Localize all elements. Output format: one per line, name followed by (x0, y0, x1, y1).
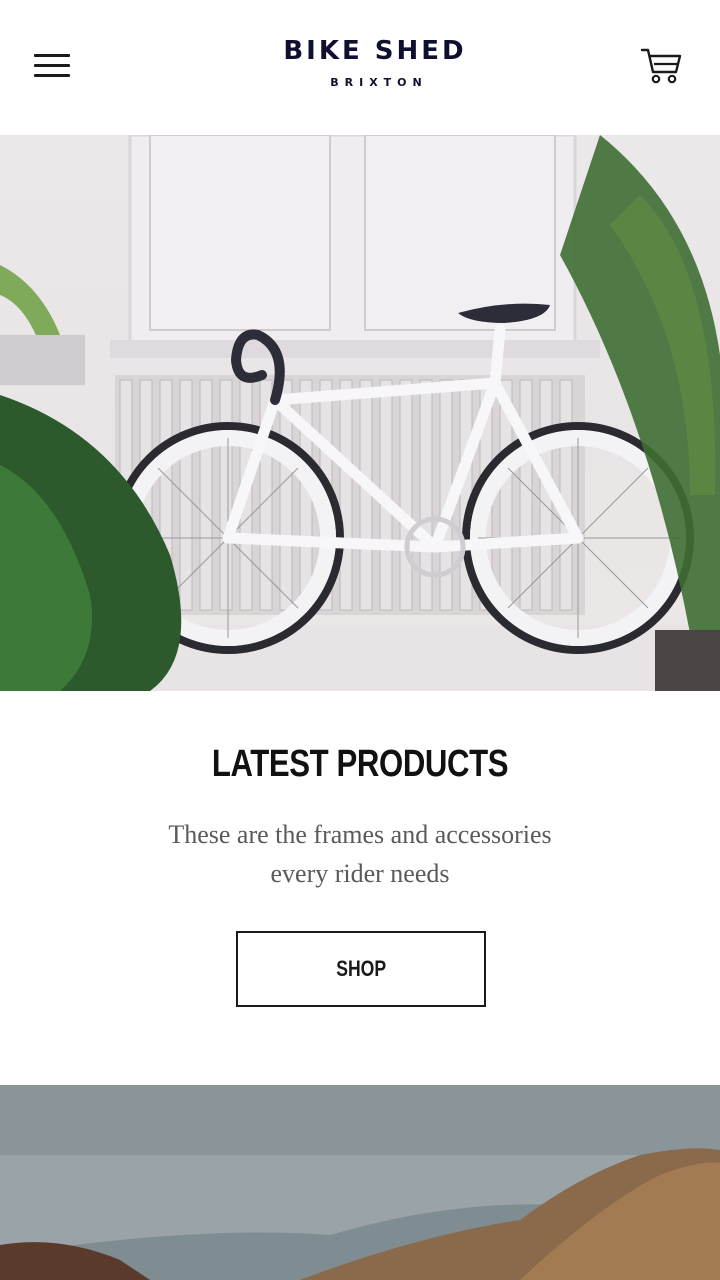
site-header: BIKE SHED BRIXTON (0, 0, 720, 135)
section-description: These are the frames and accessories eve… (168, 820, 552, 888)
latest-products-section: LATEST PRODUCTS These are the frames and… (0, 691, 720, 1085)
hero-bicycle-image (0, 135, 720, 691)
landscape-illustration (0, 1085, 720, 1280)
shop-button-label: SHOP (336, 956, 386, 981)
section-title: LATEST PRODUCTS (211, 743, 509, 785)
logo-main-text: BIKE SHED (283, 36, 467, 66)
site-logo[interactable]: BIKE SHED BRIXTON (0, 36, 720, 89)
shop-button[interactable]: SHOP (236, 931, 486, 1007)
hero-illustration (0, 135, 720, 691)
cart-svg (640, 48, 682, 84)
shopping-cart-icon[interactable] (640, 46, 682, 86)
logo-sub-text: BRIXTON (330, 76, 428, 89)
landscape-image (0, 1085, 720, 1280)
